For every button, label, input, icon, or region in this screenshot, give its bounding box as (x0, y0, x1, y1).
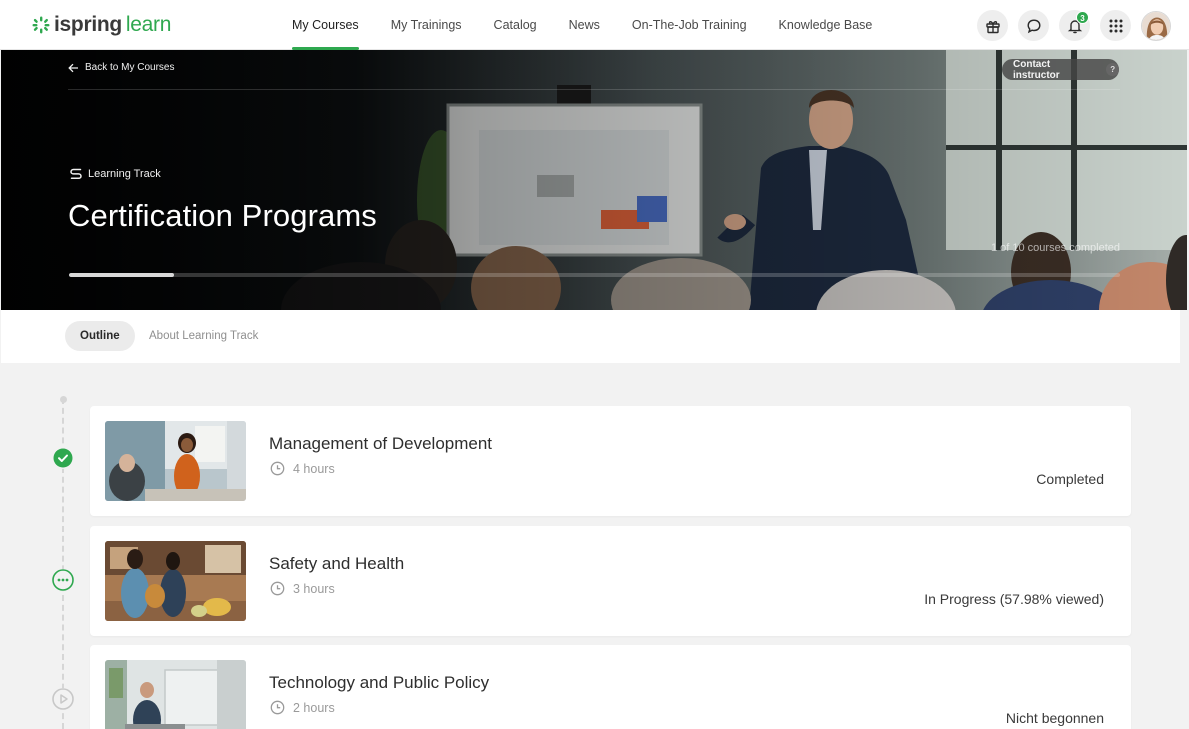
course-duration-text: 4 hours (293, 461, 335, 476)
top-navigation-bar: ispring learn My Courses My Trainings Cat… (0, 0, 1189, 50)
nav-my-trainings[interactable]: My Trainings (375, 0, 478, 50)
avatar-photo (1142, 11, 1170, 40)
learning-track-label: Learning Track (88, 168, 161, 180)
course-status: Completed (1036, 471, 1104, 487)
clock-icon (270, 700, 285, 715)
arrow-left-icon (68, 63, 78, 72)
notification-count-badge: 3 (1076, 11, 1089, 24)
course-status: Nicht begonnen (1005, 710, 1104, 726)
gift-button[interactable] (977, 10, 1008, 41)
learning-track-icon (70, 168, 82, 180)
apps-grid-icon (1109, 19, 1122, 32)
nav-catalog[interactable]: Catalog (478, 0, 553, 50)
logo-text-learn: learn (125, 13, 172, 36)
course-duration-text: 2 hours (293, 700, 335, 715)
course-title: Management of Development (269, 434, 493, 453)
clock-icon (270, 461, 285, 476)
tab-about-learning-track[interactable]: About Learning Track (149, 321, 258, 351)
course-card[interactable]: Management of Development 4 hours Comple… (90, 406, 1131, 516)
step-in-progress-marker (52, 569, 74, 591)
gift-icon (985, 20, 1000, 33)
timeline-start-dot (60, 396, 67, 403)
course-status: In Progress (57.98% viewed) (924, 591, 1104, 607)
nav-knowledge-base[interactable]: Knowledge Base (763, 0, 889, 50)
ispring-learn-logo[interactable]: ispring learn (32, 14, 171, 36)
page-title: Certification Programs (68, 198, 377, 233)
tab-outline[interactable]: Outline (65, 321, 135, 351)
tabs-bar: Outline About Learning Track (1, 310, 1180, 363)
contact-instructor-button[interactable]: Contact instructor ? (1002, 58, 1119, 81)
contact-instructor-label: Contact instructor (1013, 58, 1060, 81)
step-not-started-marker (52, 688, 74, 710)
nav-news[interactable]: News (553, 0, 616, 50)
apps-menu-button[interactable] (1100, 10, 1131, 41)
main-nav: My Courses My Trainings Catalog News On-… (276, 0, 888, 50)
course-title: Technology and Public Policy (269, 673, 490, 692)
course-duration: 4 hours (270, 461, 335, 476)
course-thumbnail-image (105, 541, 246, 621)
logo-text-ispring: ispring (54, 13, 122, 36)
course-duration: 3 hours (270, 581, 335, 596)
step-completed-marker (52, 447, 74, 469)
play-circle-icon (52, 688, 74, 710)
nav-my-courses[interactable]: My Courses (276, 0, 375, 50)
messages-button[interactable] (1018, 10, 1049, 41)
header-actions: 3 (977, 10, 1171, 41)
nav-on-the-job-training[interactable]: On-The-Job Training (616, 0, 763, 50)
learning-track-type: Learning Track (69, 167, 161, 181)
clock-icon (270, 581, 285, 596)
course-duration-text: 3 hours (293, 581, 335, 596)
courses-completed-text: 1 of 10 courses completed (990, 242, 1120, 254)
learning-track-hero: Back to My Courses Contact instructor ? … (1, 50, 1187, 310)
course-thumbnail (105, 421, 246, 501)
course-duration: 2 hours (270, 700, 335, 715)
course-thumbnail (105, 541, 246, 621)
back-to-my-courses-link[interactable]: Back to My Courses (68, 62, 174, 73)
check-circle-icon (53, 448, 73, 468)
chat-icon (1026, 18, 1041, 33)
hero-divider (68, 89, 1120, 90)
user-avatar[interactable] (1141, 10, 1171, 41)
course-thumbnail-image (105, 660, 246, 729)
course-card[interactable]: Safety and Health 3 hours In Progress (5… (90, 526, 1131, 636)
in-progress-icon (52, 569, 74, 591)
notifications-button[interactable]: 3 (1059, 10, 1090, 41)
back-link-label: Back to My Courses (85, 62, 175, 73)
course-thumbnail-image (105, 421, 246, 501)
course-thumbnail (105, 660, 246, 729)
ispring-flower-icon (32, 16, 50, 34)
track-progress-fill (69, 273, 175, 277)
course-card[interactable]: Technology and Public Policy 2 hours Nic… (90, 645, 1131, 729)
help-icon: ? (1106, 63, 1119, 76)
track-progress-bar (69, 273, 1120, 277)
course-title: Safety and Health (269, 554, 405, 573)
